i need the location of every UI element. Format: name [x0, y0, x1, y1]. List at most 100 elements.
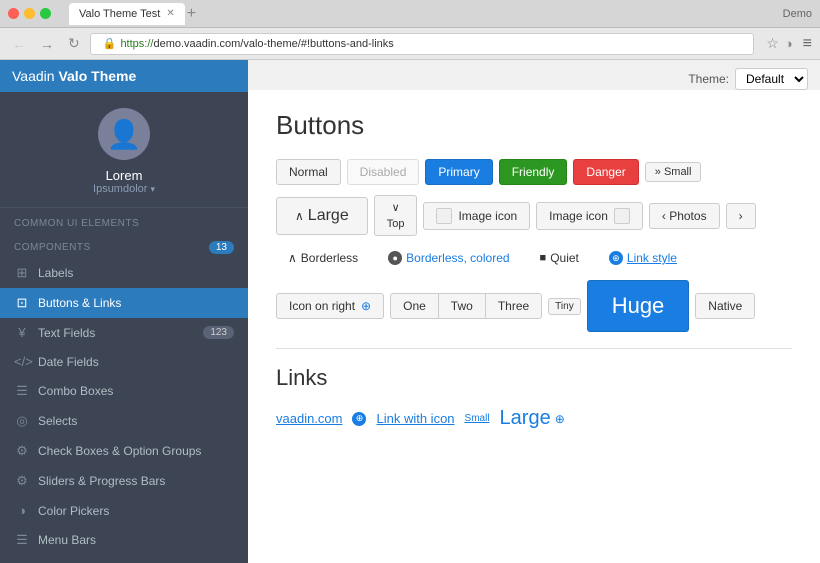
- link-bullet-icon: ⊕: [352, 412, 366, 426]
- button-row-4: Icon on right ⊕ One Two Three Tiny: [276, 280, 792, 332]
- sidebar-item-label: Buttons & Links: [38, 296, 121, 310]
- components-label: Components: [14, 242, 91, 253]
- labels-icon: ⊞: [14, 265, 30, 281]
- large-link[interactable]: Large ⊕: [500, 407, 565, 430]
- theme-label: Theme:: [688, 72, 729, 86]
- selects-icon: ◎: [14, 413, 30, 429]
- native-button[interactable]: Native: [695, 293, 755, 319]
- url-path: /valo-theme/#!buttons-and-links: [240, 38, 393, 50]
- large-chevron: ∧: [295, 209, 304, 223]
- top-chevron: ∨: [392, 201, 400, 214]
- tab-close[interactable]: ✕: [166, 8, 174, 19]
- icon-right-symbol: ⊕: [361, 299, 371, 313]
- friendly-button[interactable]: Friendly: [499, 159, 568, 185]
- links-section-title: Links: [276, 365, 792, 391]
- image-icon-button-1[interactable]: Image icon: [423, 202, 530, 230]
- browser-tab[interactable]: Valo Theme Test ✕: [69, 3, 185, 25]
- primary-button[interactable]: Primary: [425, 159, 492, 185]
- normal-button[interactable]: Normal: [276, 159, 341, 185]
- sidebar-header: Vaadin Valo Theme: [0, 60, 248, 92]
- link-style-button[interactable]: ⊕ Link style: [597, 246, 689, 270]
- sidebar-item-label: Labels: [38, 266, 73, 280]
- link-style-icon: ⊕: [609, 251, 623, 265]
- text-fields-badge: 123: [203, 326, 234, 339]
- bookmark-icon[interactable]: ☆: [766, 35, 779, 52]
- new-tab-button[interactable]: +: [187, 6, 196, 22]
- disabled-button: Disabled: [347, 159, 420, 185]
- color-pickers-icon: ◑: [14, 503, 30, 518]
- sidebar-item-sliders[interactable]: ⚙ Sliders & Progress Bars: [0, 466, 248, 496]
- borderless-button[interactable]: ∧ Borderless: [276, 246, 370, 270]
- sidebar-item-combo-boxes[interactable]: ☰ Combo Boxes: [0, 376, 248, 406]
- user-name: Lorem: [106, 168, 143, 183]
- image-icon-placeholder-1: [436, 208, 452, 224]
- large-link-icon: ⊕: [555, 412, 565, 426]
- date-fields-icon: </>: [14, 354, 30, 369]
- two-button[interactable]: Two: [438, 293, 485, 319]
- address-bar[interactable]: 🔒 https:// demo.vaadin.com /valo-theme/#…: [90, 33, 755, 55]
- components-badge: 13: [209, 241, 234, 254]
- sidebar-item-label: Date Fields: [38, 355, 99, 369]
- maximize-dot[interactable]: [40, 8, 51, 19]
- three-button[interactable]: Three: [485, 293, 542, 319]
- sidebar-item-color-pickers[interactable]: ◑ Color Pickers: [0, 496, 248, 525]
- quiet-button[interactable]: ■ Quiet: [528, 246, 591, 270]
- user-section: 👤 Lorem Ipsumdolor ▾: [0, 92, 248, 208]
- image-icon-button-2[interactable]: Image icon: [536, 202, 643, 230]
- sidebar-item-label: Combo Boxes: [38, 384, 113, 398]
- one-two-three-group: One Two Three: [390, 293, 542, 319]
- danger-button[interactable]: Danger: [573, 159, 638, 185]
- borderless-chevron: ∧: [288, 251, 297, 265]
- forward-button[interactable]: →: [36, 34, 58, 54]
- minimize-dot[interactable]: [24, 8, 35, 19]
- one-button[interactable]: One: [390, 293, 438, 319]
- sidebar-item-label: Sliders & Progress Bars: [38, 474, 165, 488]
- huge-button[interactable]: Huge: [587, 280, 690, 332]
- sidebar-item-buttons[interactable]: ⊡ Buttons & Links: [0, 288, 248, 318]
- avatar: 👤: [98, 108, 150, 160]
- refresh-button[interactable]: ↻: [64, 33, 84, 54]
- back-button[interactable]: ←: [8, 34, 30, 54]
- small-link[interactable]: Small: [465, 413, 490, 424]
- brand-name: Vaadin: [12, 68, 55, 84]
- button-row-3: ∧ Borderless ● Borderless, colored ■ Qui…: [276, 246, 792, 270]
- brand-sub: Valo Theme: [58, 68, 136, 84]
- small-button[interactable]: » Small: [645, 162, 702, 182]
- sidebar-item-text-fields[interactable]: ¥ Text Fields 123: [0, 318, 248, 347]
- icon-on-right-button[interactable]: Icon on right ⊕: [276, 293, 384, 319]
- arrow-button[interactable]: ›: [726, 203, 756, 229]
- sidebar-item-trees[interactable]: ◌ Trees: [0, 555, 248, 563]
- vaadin-com-link[interactable]: vaadin.com: [276, 411, 342, 426]
- url-domain: demo.vaadin.com: [153, 38, 240, 50]
- photos-button[interactable]: ‹ Photos: [649, 203, 720, 229]
- buttons-section-title: Buttons: [276, 110, 792, 141]
- main-content: Theme: Default Buttons Normal Disabled P…: [248, 60, 820, 563]
- user-subtitle: Ipsumdolor ▾: [93, 183, 155, 195]
- sidebar-item-menu-bars[interactable]: ☰ Menu Bars: [0, 525, 248, 555]
- menu-bars-icon: ☰: [14, 532, 30, 548]
- theme-select[interactable]: Default: [735, 68, 808, 90]
- demo-label: Demo: [783, 8, 812, 20]
- sidebar-item-label: Check Boxes & Option Groups: [38, 444, 201, 458]
- sidebar-item-label: Menu Bars: [38, 533, 96, 547]
- common-section-label: Common UI Elements: [0, 208, 248, 233]
- combo-boxes-icon: ☰: [14, 383, 30, 399]
- menu-icon[interactable]: ≡: [803, 35, 812, 53]
- sidebar: Vaadin Valo Theme 👤 Lorem Ipsumdolor ▾ C…: [0, 60, 248, 563]
- user-subtitle-text: Ipsumdolor: [93, 183, 147, 195]
- large-button[interactable]: ∧ Large: [276, 197, 368, 235]
- url-protocol: https://: [120, 38, 153, 50]
- link-with-icon[interactable]: Link with icon: [376, 411, 454, 426]
- sidebar-item-labels[interactable]: ⊞ Labels: [0, 258, 248, 288]
- section-divider: [276, 348, 792, 349]
- borderless-colored-button[interactable]: ● Borderless, colored: [376, 246, 521, 270]
- tiny-button[interactable]: Tiny: [548, 298, 581, 315]
- sidebar-item-checkboxes[interactable]: ⚙ Check Boxes & Option Groups: [0, 436, 248, 466]
- sidebar-item-label: Color Pickers: [38, 504, 109, 518]
- close-dot[interactable]: [8, 8, 19, 19]
- components-header: Components 13: [0, 233, 248, 258]
- sidebar-item-date-fields[interactable]: </> Date Fields: [0, 347, 248, 376]
- content-area: Buttons Normal Disabled Primary Friendly…: [248, 90, 820, 563]
- sidebar-item-selects[interactable]: ◎ Selects: [0, 406, 248, 436]
- top-button[interactable]: ∨ Top: [374, 195, 418, 236]
